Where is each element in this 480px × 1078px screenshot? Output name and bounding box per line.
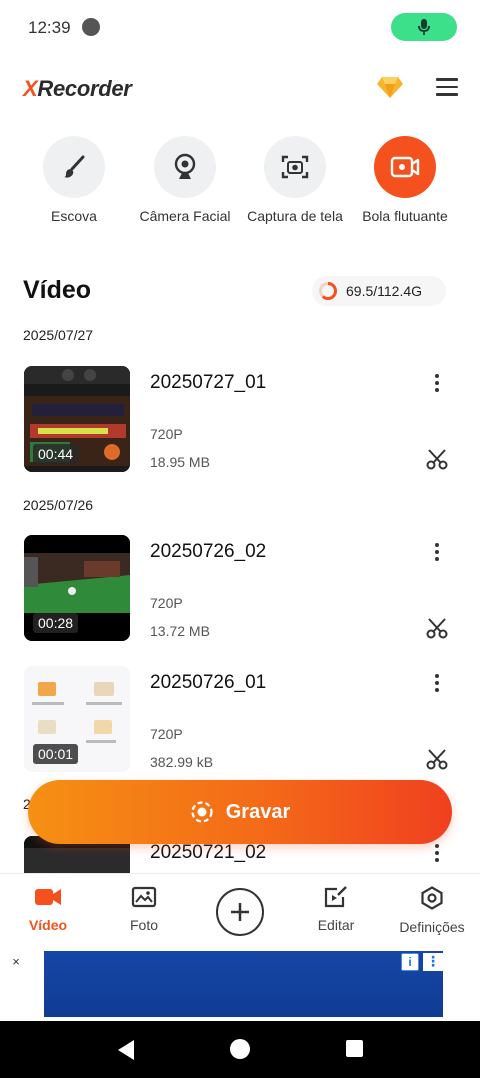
video-item[interactable]: 00:28 20250726_02 720P 13.72 MB (0, 535, 480, 645)
video-name: 20250726_01 (150, 672, 267, 693)
nav-video-label: Vídeo (28, 917, 68, 933)
hamburger-menu-icon[interactable] (436, 78, 458, 96)
home-icon[interactable] (230, 1039, 250, 1059)
tool-brush-circle (43, 136, 105, 198)
video-name: 20250721_02 (150, 842, 267, 863)
status-bar: 12:39 (0, 0, 480, 56)
system-nav-bar (0, 1021, 480, 1078)
ad-close-icon[interactable]: × (8, 954, 24, 970)
video-size: 382.99 kB (150, 754, 214, 770)
video-thumbnail[interactable]: 00:01 (24, 666, 130, 772)
video-resolution: 720P (150, 595, 183, 611)
scissors-icon[interactable] (426, 617, 448, 639)
video-section-title: Vídeo (23, 276, 92, 304)
premium-diamond-icon[interactable] (376, 74, 404, 100)
tool-floating-ball[interactable]: Bola flutuante (345, 136, 465, 224)
storage-ring-icon (319, 282, 337, 300)
ad-area: × i ⋮ (0, 949, 480, 1021)
video-thumbnail[interactable]: 00:28 (24, 535, 130, 641)
video-duration: 00:44 (33, 444, 79, 464)
video-camera-icon (35, 889, 61, 905)
webcam-icon (174, 153, 196, 179)
tool-floating-ball-label: Bola flutuante (362, 208, 448, 224)
tool-screenshot[interactable]: Captura de tela (235, 136, 355, 224)
video-thumbnail[interactable]: 00:44 (24, 366, 130, 472)
nav-settings[interactable]: Definições (384, 886, 480, 935)
more-options-icon[interactable] (430, 674, 444, 694)
ad-info-icon[interactable]: i (401, 953, 419, 971)
date-label: 2025/07/27 (23, 327, 94, 343)
microphone-icon (418, 19, 430, 35)
settings-icon (421, 886, 443, 910)
nav-settings-label: Definições (399, 919, 465, 935)
tool-screenshot-label: Captura de tela (247, 208, 343, 224)
add-button[interactable] (216, 888, 264, 936)
scissors-icon[interactable] (426, 448, 448, 470)
video-item[interactable]: 00:44 20250727_01 720P 18.95 MB (0, 366, 480, 476)
brush-icon (64, 155, 85, 178)
back-icon[interactable] (116, 1039, 136, 1061)
storage-text: 69.5/112.4G (346, 283, 423, 299)
video-size: 18.95 MB (150, 454, 210, 470)
recent-apps-icon[interactable] (346, 1040, 363, 1057)
nav-edit[interactable]: Editar (288, 886, 384, 933)
mic-indicator[interactable] (391, 13, 457, 41)
status-time: 12:39 (28, 18, 71, 37)
photo-icon (131, 886, 157, 908)
video-item[interactable]: 00:01 20250726_01 720P 382.99 kB (0, 666, 480, 776)
tool-floating-ball-circle (374, 136, 436, 198)
tool-facecam-label: Câmera Facial (139, 208, 231, 224)
more-options-icon[interactable] (430, 543, 444, 563)
nav-photo[interactable]: Foto (96, 886, 192, 933)
video-duration: 00:01 (33, 744, 79, 764)
tools-row: Escova Câmera Facial Captura de tela Bol… (0, 136, 480, 236)
video-name: 20250727_01 (150, 372, 267, 393)
more-options-icon[interactable] (430, 374, 444, 394)
nav-edit-label: Editar (317, 917, 355, 933)
nav-video[interactable]: Vídeo (0, 886, 96, 933)
video-name: 20250726_02 (150, 541, 267, 562)
video-resolution: 720P (150, 726, 183, 742)
record-icon (191, 801, 213, 823)
ad-banner[interactable]: i ⋮ (44, 951, 443, 1017)
scissors-icon[interactable] (426, 748, 448, 770)
app-logo: XRecorder (23, 76, 132, 101)
record-button[interactable]: Gravar (28, 780, 452, 844)
screenshot-icon (281, 155, 309, 179)
ad-more-icon[interactable]: ⋮ (423, 953, 443, 971)
plus-icon (231, 903, 249, 921)
tool-brush[interactable]: Escova (14, 136, 134, 224)
date-label: 2025/07/26 (23, 497, 94, 513)
storage-indicator[interactable]: 69.5/112.4G (312, 276, 446, 306)
tool-brush-label: Escova (51, 208, 97, 224)
record-button-label: Gravar (225, 800, 291, 823)
nav-photo-label: Foto (129, 917, 158, 933)
tool-screenshot-circle (264, 136, 326, 198)
app-header: XRecorder (0, 68, 480, 108)
tool-facecam-circle (154, 136, 216, 198)
video-resolution: 720P (150, 426, 183, 442)
floating-ball-icon (390, 156, 420, 178)
tool-facecam[interactable]: Câmera Facial (125, 136, 245, 224)
edit-icon (324, 886, 347, 908)
video-size: 13.72 MB (150, 623, 210, 639)
notification-dot-icon (82, 18, 100, 36)
more-options-icon[interactable] (430, 844, 444, 864)
video-duration: 00:28 (33, 613, 79, 633)
bottom-nav: Vídeo Foto Editar Definições (0, 873, 480, 949)
